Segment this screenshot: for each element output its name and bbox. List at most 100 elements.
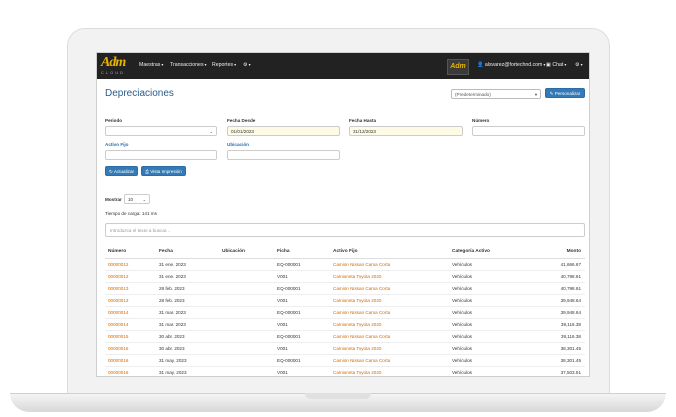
cell-activo-fijo[interactable]: Camion Nissan Cama Corta <box>333 358 390 363</box>
cell-fecha: 31 ene. 2023 <box>159 274 186 279</box>
cell-categoria: Vehículos <box>452 334 472 339</box>
cell-categoria: Vehículos <box>452 358 472 363</box>
table-row[interactable]: 00000016 31 may. 2023 V001 Camioneta Toyota… <box>97 367 589 376</box>
cell-ficha: V001 <box>277 346 288 351</box>
cell-numero[interactable]: 00000013 <box>108 298 128 303</box>
cell-ficha: V001 <box>277 298 288 303</box>
col-ubicacion[interactable]: Ubicación <box>222 249 245 254</box>
table-row[interactable]: 00000015 30 abr. 2023 V001 Camioneta Toyota… <box>97 343 589 355</box>
cell-categoria: Vehículos <box>452 370 472 375</box>
page-title: Depreciaciones <box>105 88 174 99</box>
company-logo: Adm <box>447 59 469 75</box>
navbar: Adm CLOUD Maestras▾ Transacciones▾ Repor… <box>97 53 589 79</box>
chevron-down-icon: ▼ <box>534 92 538 97</box>
cell-monto: 39,948.64 <box>560 310 581 315</box>
table-row[interactable]: 00000013 28 feb. 2023 EQ-000001 Camion Niss… <box>97 283 589 295</box>
table-row[interactable]: 00000014 31 mar. 2023 V001 Camioneta Toyota… <box>97 319 589 331</box>
page-size-select[interactable]: 10 ⌄ <box>124 194 150 204</box>
cell-ficha: V001 <box>277 370 288 375</box>
table-row[interactable]: 00000012 31 ene. 2023 EQ-000001 Camion Niss… <box>97 259 589 271</box>
cell-numero[interactable]: 00000015 <box>108 334 128 339</box>
nav-settings-menu[interactable]: ⚙▾ <box>243 62 251 68</box>
col-fecha[interactable]: Fecha <box>159 249 173 254</box>
cell-fecha: 28 feb. 2023 <box>159 286 185 291</box>
pencil-icon: ✎ <box>549 91 554 96</box>
brand-logo[interactable]: Adm CLOUD <box>101 56 129 76</box>
cell-activo-fijo[interactable]: Camioneta Toyota 2020 <box>333 298 381 303</box>
refresh-button[interactable]: ↻ Actualizar <box>105 166 138 176</box>
cell-numero[interactable]: 00000016 <box>108 358 128 363</box>
cell-numero[interactable]: 00000013 <box>108 286 128 291</box>
gear-icon: ⚙ <box>575 62 580 68</box>
ubicacion-input[interactable] <box>227 150 340 160</box>
nav-reportes[interactable]: Reportes▾ <box>212 62 236 68</box>
cell-monto: 38,301.45 <box>560 358 581 363</box>
cell-activo-fijo[interactable]: Camioneta Toyota 2020 <box>333 370 381 375</box>
cell-ficha: EQ-000001 <box>277 334 301 339</box>
numero-label: Número <box>472 118 490 123</box>
nav-transacciones[interactable]: Transacciones▾ <box>170 62 207 68</box>
fecha-desde-input[interactable]: 01/01/2023 <box>227 126 340 136</box>
cell-numero[interactable]: 00000012 <box>108 262 128 267</box>
cell-numero[interactable]: 00000014 <box>108 310 128 315</box>
numero-input[interactable] <box>472 126 585 136</box>
view-select[interactable]: (Predeterminado) ▼ <box>451 89 541 99</box>
cell-numero[interactable]: 00000012 <box>108 274 128 279</box>
cell-fecha: 31 mar. 2023 <box>159 310 186 315</box>
personalize-button[interactable]: ✎ Personalizar <box>545 88 585 98</box>
fecha-hasta-input[interactable]: 31/12/2023 <box>349 126 463 136</box>
cell-monto: 40,798.61 <box>560 274 581 279</box>
cell-numero[interactable]: 00000016 <box>108 370 128 375</box>
col-ficha[interactable]: Ficha <box>277 249 290 254</box>
cell-ficha: EQ-000001 <box>277 262 301 267</box>
gear-icon: ⚙ <box>243 62 248 68</box>
chat-icon: ▣ <box>546 62 551 68</box>
cell-fecha: 28 feb. 2023 <box>159 298 185 303</box>
table-row[interactable]: 00000014 31 mar. 2023 EQ-000001 Camion Niss… <box>97 307 589 319</box>
cell-activo-fijo[interactable]: Camion Nissan Cama Corta <box>333 334 390 339</box>
cell-monto: 39,116.38 <box>560 322 581 327</box>
table-row[interactable]: 00000015 30 abr. 2023 EQ-000001 Camion Niss… <box>97 331 589 343</box>
nav-user-menu[interactable]: 👤 alsvarez@fortechnd.com▾ <box>477 62 545 68</box>
cell-activo-fijo[interactable]: Camion Nissan Cama Corta <box>333 262 390 267</box>
ubicacion-label: Ubicación <box>227 142 249 147</box>
activo-fijo-input[interactable] <box>105 150 217 160</box>
cell-categoria: Vehículos <box>452 310 472 315</box>
table-row[interactable]: 00000013 28 feb. 2023 V001 Camioneta Toyota… <box>97 295 589 307</box>
search-input[interactable]: Introduzca el texto a buscar... <box>105 223 585 237</box>
cell-activo-fijo[interactable]: Camioneta Toyota 2020 <box>333 274 381 279</box>
nav-chat[interactable]: ▣ Chat▾ <box>546 62 566 68</box>
chevron-down-icon: ⌄ <box>209 129 213 134</box>
nav-maestras[interactable]: Maestras▾ <box>139 62 163 68</box>
load-time: Tiempo de carga: 141 ms <box>105 211 157 216</box>
cell-categoria: Vehículos <box>452 322 472 327</box>
cell-numero[interactable]: 00000014 <box>108 322 128 327</box>
cell-fecha: 31 may. 2023 <box>159 370 187 375</box>
cell-categoria: Vehículos <box>452 346 472 351</box>
cell-monto: 39,948.64 <box>560 298 581 303</box>
cell-activo-fijo[interactable]: Camion Nissan Cama Corta <box>333 310 390 315</box>
cell-activo-fijo[interactable]: Camion Nissan Cama Corta <box>333 286 390 291</box>
cell-fecha: 31 may. 2023 <box>159 358 187 363</box>
cell-activo-fijo[interactable]: Camioneta Toyota 2020 <box>333 346 381 351</box>
cell-numero[interactable]: 00000015 <box>108 346 128 351</box>
print-preview-button[interactable]: ⎙ Vista Impresión <box>141 166 186 176</box>
col-monto[interactable]: Monto <box>537 249 581 254</box>
cell-fecha: 30 abr. 2023 <box>159 346 185 351</box>
table-row[interactable]: 00000012 31 ene. 2023 V001 Camioneta Toyota… <box>97 271 589 283</box>
periodo-select[interactable]: ⌄ <box>105 126 217 136</box>
refresh-icon: ↻ <box>108 169 113 174</box>
cell-ficha: EQ-000001 <box>277 286 301 291</box>
cell-monto: 41,666.67 <box>560 262 581 267</box>
cell-monto: 37,503.51 <box>560 370 581 375</box>
col-numero[interactable]: Número <box>108 249 126 254</box>
nav-options-menu[interactable]: ⚙▾ <box>575 62 583 68</box>
cell-ficha: EQ-000001 <box>277 310 301 315</box>
table-row[interactable]: 00000016 31 may. 2023 EQ-000001 Camion Niss… <box>97 355 589 367</box>
show-label: Mostrar <box>105 197 122 202</box>
col-activo-fijo[interactable]: Activo Fijo <box>333 249 358 254</box>
cell-activo-fijo[interactable]: Camioneta Toyota 2020 <box>333 322 381 327</box>
cell-categoria: Vehículos <box>452 274 472 279</box>
cell-categoria: Vehículos <box>452 298 472 303</box>
col-categoria[interactable]: Categoría Activo <box>452 249 490 254</box>
